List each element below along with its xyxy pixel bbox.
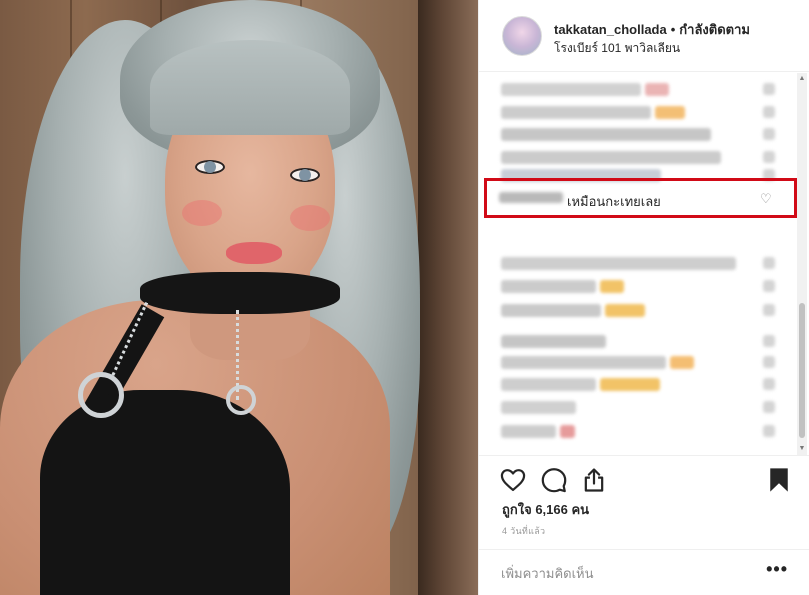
comments-scrollbar[interactable]: ▲ ▼ <box>797 73 807 455</box>
blurred-comment-text <box>501 128 711 141</box>
comment-heart-icon[interactable] <box>763 128 775 140</box>
comment-icon[interactable] <box>540 466 568 494</box>
blurred-comment-text <box>501 106 651 119</box>
comment-heart-icon[interactable] <box>763 425 775 437</box>
comment-heart-icon[interactable] <box>763 335 775 347</box>
comment-username-blurred[interactable] <box>499 192 563 203</box>
blurred-emoji <box>560 425 575 438</box>
comment-heart-icon[interactable] <box>763 280 775 292</box>
comment-heart-icon[interactable] <box>763 151 775 163</box>
blurred-emoji <box>670 356 694 369</box>
ring-left <box>78 372 124 418</box>
right-cheek <box>290 205 330 231</box>
blurred-comment-text <box>501 280 596 293</box>
black-top <box>40 390 290 595</box>
post-sidebar: takkatan_chollada • กำลังติดตาม โรงเบียร์ … <box>478 0 809 595</box>
comment-heart-icon[interactable] <box>763 401 775 413</box>
blurred-emoji <box>600 280 624 293</box>
comment-heart-icon[interactable] <box>763 304 775 316</box>
separator-dot: • <box>670 22 676 37</box>
scroll-down-arrow[interactable]: ▼ <box>798 445 806 453</box>
highlighted-comment-text: เหมือนกะเทยเลย <box>567 194 661 209</box>
post-actions: ถูกใจ 6,166 คน 4 วันที่แล้ว ••• <box>479 455 809 595</box>
left-cheek <box>182 200 222 226</box>
add-comment-input[interactable] <box>501 562 741 584</box>
comment-heart-icon[interactable]: ♡ <box>760 191 772 207</box>
comment-heart-icon[interactable] <box>763 257 775 269</box>
bangs <box>150 40 350 135</box>
scroll-thumb[interactable] <box>799 303 805 438</box>
username-line: takkatan_chollada • กำลังติดตาม <box>554 19 750 40</box>
blurred-comment-text <box>501 356 666 369</box>
blurred-comment-text <box>501 304 601 317</box>
comment-heart-icon[interactable] <box>763 83 775 95</box>
blurred-comment-text <box>501 378 596 391</box>
comment-heart-icon[interactable] <box>763 356 775 368</box>
blurred-comment-text <box>501 425 556 438</box>
blurred-emoji <box>655 106 685 119</box>
avatar[interactable] <box>502 16 542 56</box>
post-photo <box>0 0 478 595</box>
add-comment-bar: ••• <box>479 549 809 595</box>
door-frame <box>418 0 478 595</box>
post-timestamp[interactable]: 4 วันที่แล้ว <box>502 524 545 538</box>
blurred-emoji <box>605 304 645 317</box>
bookmark-icon[interactable] <box>765 466 793 494</box>
more-options-icon[interactable]: ••• <box>766 559 788 580</box>
right-eye <box>290 168 320 182</box>
comments-list[interactable] <box>479 73 809 455</box>
comment-heart-icon[interactable] <box>763 378 775 390</box>
ring-right <box>226 385 256 415</box>
blurred-comment-text <box>501 83 641 96</box>
scroll-up-arrow[interactable]: ▲ <box>798 75 806 83</box>
choker <box>140 272 340 314</box>
left-eye <box>195 160 225 174</box>
blurred-emoji <box>600 378 660 391</box>
post-header: takkatan_chollada • กำลังติดตาม โรงเบียร์ … <box>479 0 809 72</box>
share-icon[interactable] <box>580 466 608 494</box>
location-link[interactable]: โรงเบียร์ 101 พาวิลเลียน <box>554 39 680 58</box>
blurred-comment-text <box>501 151 721 164</box>
likes-count[interactable]: ถูกใจ 6,166 คน <box>502 499 589 520</box>
follow-status-button[interactable]: กำลังติดตาม <box>679 22 750 37</box>
blurred-comment-text <box>501 335 606 348</box>
comment-heart-icon[interactable] <box>763 106 775 118</box>
lips <box>226 242 282 264</box>
blurred-emoji <box>645 83 669 96</box>
blurred-comment-text <box>501 257 736 270</box>
username-link[interactable]: takkatan_chollada <box>554 22 667 37</box>
blurred-comment-text <box>501 401 576 414</box>
heart-icon[interactable] <box>499 466 527 494</box>
